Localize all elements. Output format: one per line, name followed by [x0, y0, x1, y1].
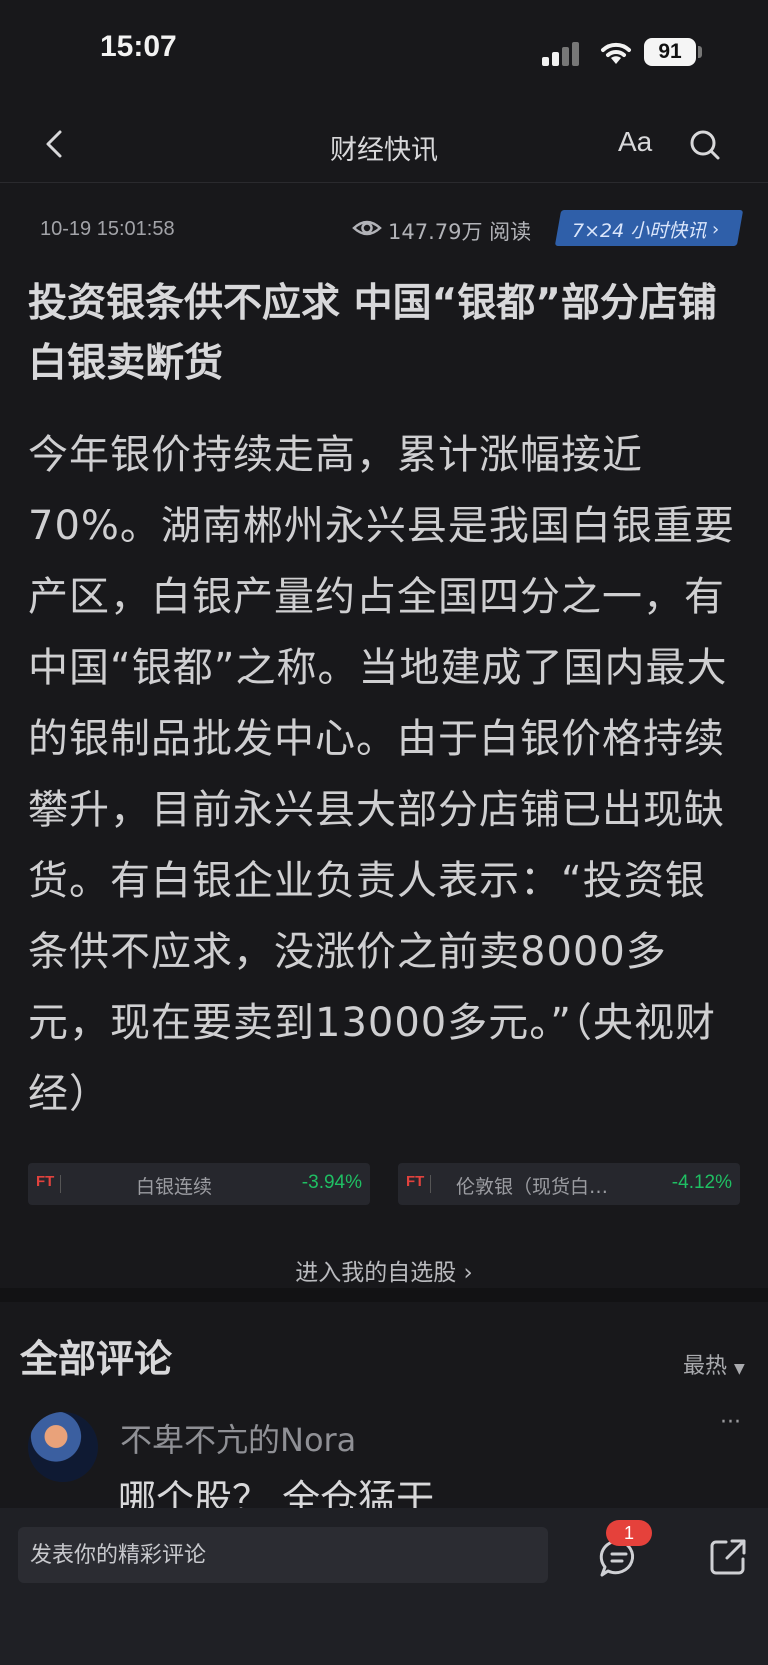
view-count: 147.79万 阅读 — [388, 220, 532, 244]
notification-badge: 1 — [606, 1520, 652, 1546]
chevron-right-icon: › — [712, 219, 720, 240]
comment-sort-label[interactable]: 最热 — [683, 1354, 727, 1379]
futures-tag: FT — [406, 1173, 425, 1190]
article-body: 今年银价持续走高，累计涨幅接近70%。湖南郴州永兴县是我国白银重要产区，白银产量… — [28, 432, 735, 1117]
avatar[interactable] — [28, 1412, 98, 1482]
watchlist-link-label[interactable]: 进入我的自选股 — [295, 1260, 456, 1286]
article-datetime: 10-19 15:01:58 — [40, 218, 175, 240]
wifi-icon — [601, 42, 631, 64]
stock-change: -3.94% — [301, 1172, 362, 1193]
tag-divider — [430, 1175, 431, 1193]
article-title: 投资银条供不应求 中国“银都”部分店铺白银卖断货 — [28, 281, 717, 386]
status-time: 15:07 — [100, 30, 177, 63]
chevron-right-icon: › — [463, 1260, 473, 1286]
eye-icon — [352, 220, 382, 236]
comment-username[interactable]: 不卑不亢的Nora — [120, 1415, 356, 1461]
comment-input[interactable] — [18, 1527, 548, 1583]
search-icon[interactable] — [688, 128, 722, 162]
stock-card[interactable]: FT 白银连续 -3.94% — [28, 1163, 370, 1205]
futures-tag: FT — [36, 1173, 55, 1190]
stock-name: 白银连续 — [136, 1176, 213, 1198]
stock-change: -4.12% — [671, 1172, 732, 1193]
comment-sort-dropdown[interactable]: 最热 ▼ — [683, 1348, 745, 1380]
stock-card[interactable]: FT 伦敦银（现货白… -4.12% — [398, 1163, 740, 1205]
battery-tip — [698, 46, 702, 58]
page-title: 财经快讯 — [330, 135, 438, 166]
more-options-icon[interactable]: ··· — [720, 1410, 741, 1435]
cellular-signal-icon — [542, 40, 584, 66]
share-icon[interactable] — [708, 1537, 748, 1577]
comments-title: 全部评论 — [20, 1337, 173, 1381]
watchlist-link[interactable]: 进入我的自选股 › — [0, 1253, 768, 1287]
tag-divider — [60, 1175, 61, 1193]
nav-divider — [0, 182, 768, 183]
caret-down-icon: ▼ — [734, 1361, 745, 1377]
battery-indicator: 91 — [644, 38, 696, 66]
news-channel-badge-label[interactable]: 7×24 小时快讯 — [572, 216, 706, 243]
font-size-button[interactable]: Aa — [618, 126, 652, 158]
section-divider — [0, 1288, 768, 1302]
stock-name: 伦敦银（现货白… — [456, 1176, 609, 1198]
